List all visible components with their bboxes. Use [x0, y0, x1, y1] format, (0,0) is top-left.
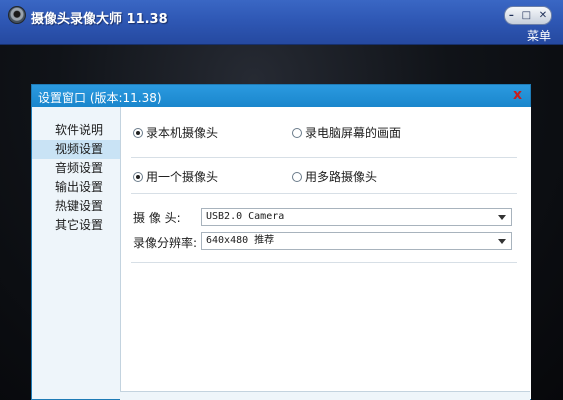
radio-record-screen[interactable]: 录电脑屏幕的画面	[292, 124, 401, 141]
sidebar-item-other-settings[interactable]: 其它设置	[32, 216, 120, 235]
close-icon[interactable]: ✕	[539, 10, 547, 21]
dialog-footer	[120, 391, 530, 400]
settings-dialog: 设置窗口 (版本:11.38) x 软件说明 视频设置 音频设置 输出设置 热键…	[31, 84, 531, 400]
divider	[131, 262, 517, 263]
menu-button[interactable]: 菜单	[527, 27, 551, 44]
divider	[131, 193, 517, 194]
camera-select[interactable]: USB2.0 Camera	[201, 208, 512, 226]
settings-sidebar: 软件说明 视频设置 音频设置 输出设置 热键设置 其它设置	[32, 107, 120, 399]
resolution-label: 录像分辨率:	[133, 236, 198, 250]
dropdown-arrow-icon	[498, 215, 506, 220]
sidebar-item-audio-settings[interactable]: 音频设置	[32, 159, 120, 178]
webcam-logo-icon	[8, 6, 26, 24]
radio-label: 录本机摄像头	[146, 126, 219, 140]
radio-unchecked-icon	[292, 171, 302, 182]
sidebar-item-video-settings[interactable]: 视频设置	[32, 140, 120, 159]
window-controls: – □ ✕	[504, 6, 552, 25]
resolution-select[interactable]: 640x480 推荐	[201, 232, 512, 250]
maximize-icon[interactable]: □	[522, 10, 531, 21]
radio-multi-camera[interactable]: 用多路摄像头	[292, 168, 377, 185]
sidebar-item-hotkey-settings[interactable]: 热键设置	[32, 197, 120, 216]
video-settings-panel: 录本机摄像头 录电脑屏幕的画面 用一个摄像头 用多路摄像头 摄 像 头: USB…	[120, 107, 531, 399]
minimize-icon[interactable]: –	[509, 10, 514, 21]
dropdown-arrow-icon	[498, 239, 506, 244]
divider	[131, 157, 517, 158]
dialog-titlebar: 设置窗口 (版本:11.38) x	[32, 85, 530, 107]
radio-label: 用多路摄像头	[305, 170, 378, 184]
radio-label: 用一个摄像头	[146, 170, 219, 184]
radio-unchecked-icon	[292, 127, 302, 138]
radio-record-local-camera[interactable]: 录本机摄像头	[133, 124, 218, 141]
radio-checked-icon	[133, 171, 143, 182]
sidebar-item-software-info[interactable]: 软件说明	[32, 121, 120, 140]
camera-select-value: USB2.0 Camera	[206, 211, 285, 222]
radio-label: 录电脑屏幕的画面	[305, 126, 402, 140]
app-titlebar: 摄像头录像大师 11.38 – □ ✕ 菜单	[0, 0, 563, 45]
camera-label: 摄 像 头:	[133, 211, 181, 225]
app-title: 摄像头录像大师 11.38	[31, 12, 168, 27]
resolution-select-value: 640x480 推荐	[206, 235, 275, 246]
radio-single-camera[interactable]: 用一个摄像头	[133, 168, 218, 185]
dialog-close-icon[interactable]: x	[513, 87, 522, 103]
dialog-title: 设置窗口 (版本:11.38)	[38, 91, 162, 105]
radio-checked-icon	[133, 127, 143, 138]
sidebar-item-output-settings[interactable]: 输出设置	[32, 178, 120, 197]
